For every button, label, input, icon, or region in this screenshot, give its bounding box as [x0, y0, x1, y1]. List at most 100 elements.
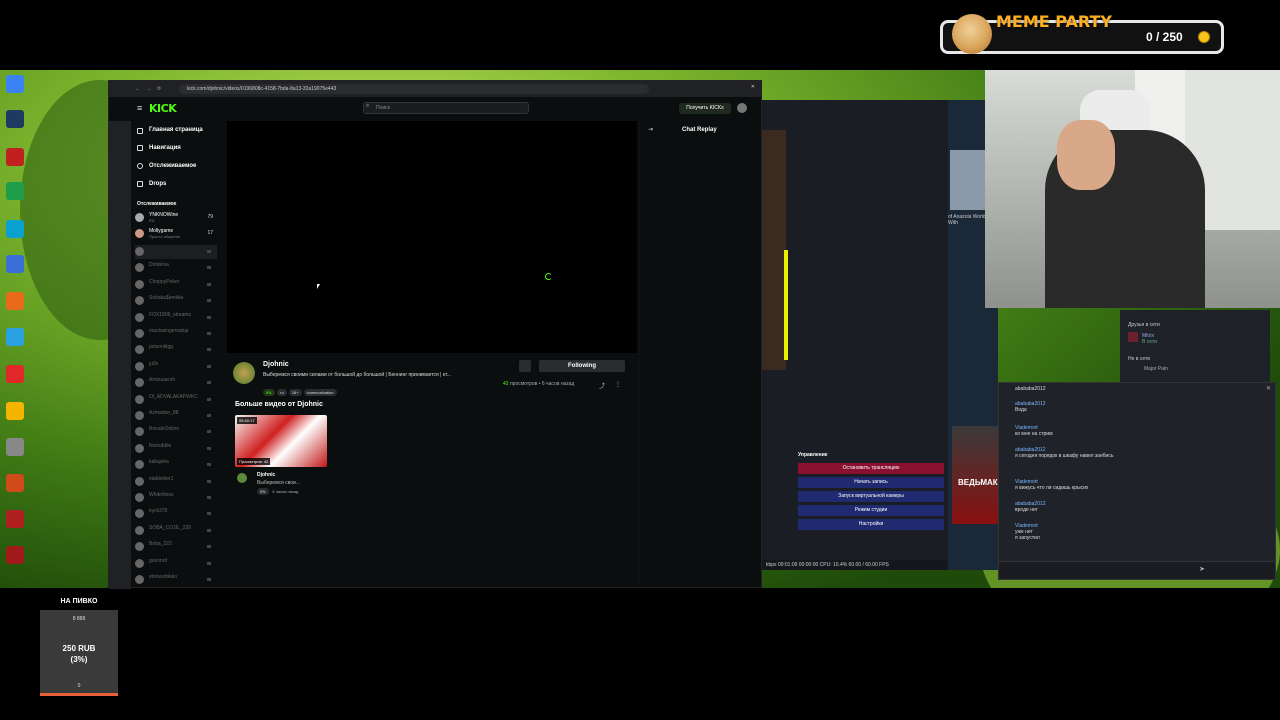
more-icon[interactable]: ⋮ — [615, 381, 621, 388]
sidebar-channel[interactable]: Whitehloss — [135, 491, 217, 505]
qbittorrent-icon[interactable] — [6, 255, 24, 273]
sidebar-channel[interactable]: kyck378 — [135, 507, 217, 521]
sidebar-channel[interactable]: YNKNOWine IRL 79 — [135, 211, 217, 225]
sidebar-channel[interactable]: Azmadan_88 — [135, 409, 217, 423]
stop-stream-button[interactable]: Остановить трансляцию — [798, 463, 944, 474]
sidebar-channel[interactable]: Ol_ADVALAKAPWKC — [135, 393, 217, 407]
sidebar-channel[interactable]: stonesdokko — [135, 573, 217, 587]
back-icon[interactable]: ← — [135, 86, 140, 92]
desktop-icon[interactable] — [6, 474, 24, 492]
sidebar-channel[interactable]: Boba_222 — [135, 540, 217, 554]
sidebar-channel[interactable]: Nonsibble — [135, 442, 217, 456]
tag[interactable]: IRL — [263, 389, 276, 396]
sidebar-channel[interactable]: FOX1806_streams — [135, 311, 217, 325]
tag[interactable]: 18+ — [288, 389, 302, 396]
notification-bell-button[interactable] — [519, 360, 531, 372]
telegram-icon[interactable] — [6, 328, 24, 346]
reload-icon[interactable]: ⟳ — [157, 86, 161, 92]
nav-drops[interactable]: Drops — [149, 181, 166, 187]
desktop-icon[interactable] — [6, 220, 24, 238]
studio-mode-button[interactable]: Режим студии — [798, 505, 944, 516]
get-kicks-button[interactable]: Получить KICKs — [679, 103, 731, 114]
chat-input[interactable] — [999, 561, 1275, 579]
channel-name: RocaleOnline — [149, 426, 180, 433]
steam-icon[interactable] — [6, 110, 24, 128]
menu-icon[interactable]: ≡ — [137, 103, 142, 113]
donation-goal: 8 888 — [72, 616, 86, 622]
channel-name: gusnnrd — [149, 557, 168, 564]
avatar[interactable] — [233, 362, 255, 384]
video-thumbnail[interactable]: 05:40:17 Просмотров: 42 — [235, 415, 327, 467]
channel-name: Dirtdelva — [149, 262, 169, 269]
video-title[interactable]: Выберемся свои... — [257, 480, 300, 486]
vlc-icon[interactable] — [6, 292, 24, 310]
offline-icon — [207, 315, 211, 319]
offline-icon — [207, 414, 211, 417]
tag[interactable]: ru — [277, 389, 287, 396]
obs-window: Управление Остановить трансляцию Начать … — [762, 100, 948, 570]
offline-icon — [207, 430, 211, 434]
offline-icon — [207, 528, 211, 532]
channel-name: kyck378 — [149, 508, 168, 515]
streamer-name[interactable]: Djohnic — [263, 361, 289, 368]
search-input[interactable]: Поиск — [363, 102, 529, 114]
desktop-icon[interactable] — [6, 148, 24, 166]
send-icon[interactable]: ➤ — [1199, 565, 1205, 573]
settings-button[interactable]: Настройки — [798, 519, 944, 530]
video-channel[interactable]: Djohnic — [257, 472, 275, 478]
yandex-icon[interactable] — [6, 365, 24, 383]
more-videos-title: Больше видео от Djohnic — [235, 401, 323, 408]
gift-icon — [137, 181, 143, 187]
donation-card: 8 888 250 RUB (3%) 0 — [40, 610, 118, 696]
avatar[interactable] — [737, 103, 747, 113]
chat-message: Vlademort уже нет я запустил — [1015, 523, 1040, 541]
follow-button[interactable]: Following — [539, 360, 625, 372]
address-bar[interactable]: kick.com/djohnic/videos/0196808c-4158-7b… — [179, 84, 649, 94]
desktop-icon[interactable] — [6, 546, 24, 564]
sidebar-channel[interactable]: Amousacxh — [135, 376, 217, 390]
sidebar-channel[interactable]: RocaleOnline — [135, 425, 217, 439]
avatar — [135, 460, 144, 470]
chat-message: abababa2012 вроде нет — [1015, 501, 1046, 513]
sidebar-channel[interactable]: mactusingersatup — [135, 327, 217, 341]
sidebar-channel[interactable]: poisontilgg — [135, 343, 217, 357]
desktop-icon[interactable] — [6, 438, 24, 456]
search-icon: ⌕ — [366, 103, 370, 109]
tag[interactable]: IRL — [257, 488, 270, 495]
forward-icon[interactable]: → — [146, 86, 151, 92]
nav-home[interactable]: Главная страница — [149, 127, 203, 133]
friend-name[interactable]: Major Pain — [1144, 366, 1168, 372]
channel-name: Amousacxh — [149, 377, 176, 384]
channel-name: ju0s — [149, 360, 159, 367]
video-player[interactable] — [227, 121, 637, 353]
nav-following[interactable]: Отслеживаемое — [149, 163, 196, 169]
virtual-camera-button[interactable]: Запуск виртуальной камеры — [798, 491, 944, 502]
sidebar-channel[interactable]: Sobaka$emikla — [135, 294, 217, 308]
sidebar-channel[interactable]: Mollygame Просто общение 17 — [135, 227, 217, 241]
sidebar-channel[interactable]: Dirtdelva — [135, 261, 217, 275]
avatar — [135, 378, 144, 388]
person-head — [1057, 120, 1115, 190]
avatar — [135, 296, 144, 306]
desktop-icon[interactable] — [6, 75, 24, 93]
friend-status: В сети — [1142, 339, 1157, 345]
close-icon[interactable]: ✕ — [751, 84, 755, 90]
sidebar-channel[interactable]: kaltujeka — [135, 458, 217, 472]
sidebar-channel[interactable]: ChoppyPoker — [135, 278, 217, 292]
desktop-icon[interactable] — [6, 510, 24, 528]
tag[interactable]: communication — [303, 389, 337, 396]
sidebar-channel[interactable]: ju0s — [135, 360, 217, 374]
mouse-cursor — [317, 284, 320, 289]
sidebar-channel[interactable]: stablebler1 — [135, 475, 217, 489]
desktop-icon[interactable] — [6, 182, 24, 200]
nav-browse[interactable]: Навигация — [149, 145, 181, 151]
close-icon[interactable]: ✕ — [1266, 385, 1271, 392]
start-recording-button[interactable]: Начать запись — [798, 477, 944, 488]
sidebar-channel[interactable] — [135, 245, 217, 259]
share-icon[interactable]: ⤴ — [599, 381, 605, 390]
sidebar-channel[interactable]: SOBA_COJIL_228 — [135, 524, 217, 538]
sidebar-channel[interactable]: gusnnrd — [135, 557, 217, 571]
chrome-icon[interactable] — [6, 402, 24, 420]
kick-logo[interactable]: KICK — [149, 102, 177, 115]
collapse-chat-icon[interactable]: ⇥ — [648, 126, 653, 133]
